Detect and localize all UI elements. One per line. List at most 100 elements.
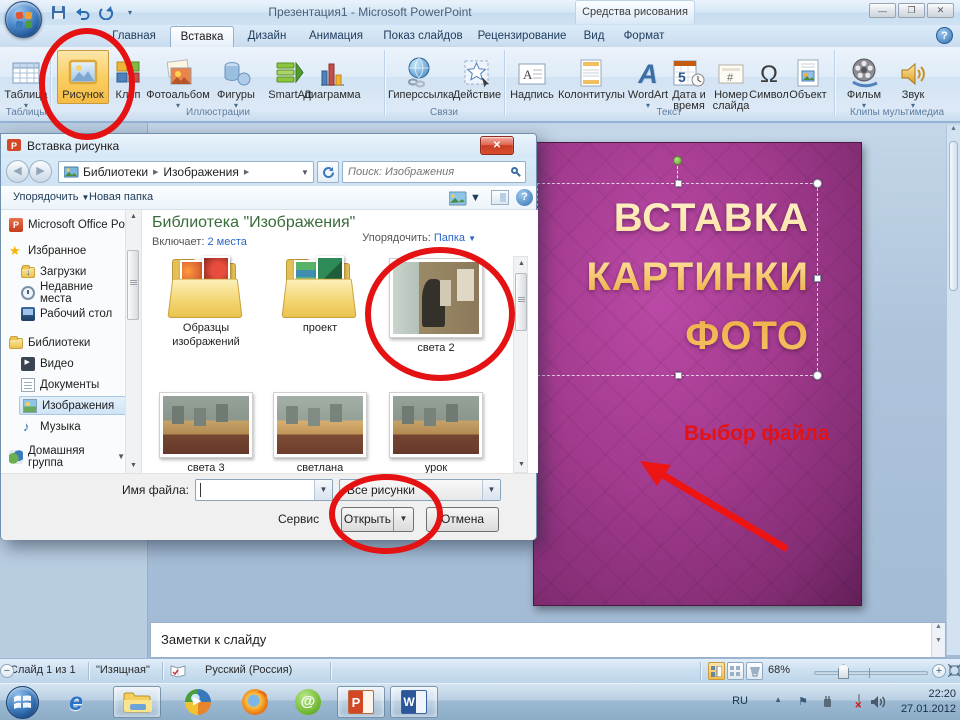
dropdown-arrow-icon[interactable]: ▼ <box>314 480 332 500</box>
normal-view-button[interactable] <box>708 662 725 680</box>
theme-name[interactable]: "Изящная" <box>96 664 150 676</box>
back-button[interactable]: ◀ <box>6 160 29 183</box>
sidebar-item-homegroup[interactable]: Домашняя группа▼ <box>9 447 125 466</box>
breadcrumb[interactable]: Библиотеки ▶ Изображения ▶ ▼ <box>58 161 314 183</box>
list-scrollbar[interactable]: ▲ ▼ <box>513 256 528 473</box>
views-button[interactable]: ▼ <box>449 189 485 207</box>
forward-button[interactable]: ▶ <box>29 160 52 183</box>
start-button[interactable] <box>6 686 39 719</box>
open-button[interactable]: Открыть ▼ <box>341 507 414 532</box>
zoom-out-button[interactable]: − <box>0 664 14 678</box>
includes-link[interactable]: 2 места <box>207 236 246 248</box>
cancel-button[interactable]: Отмена <box>426 507 499 532</box>
fit-to-window-icon[interactable] <box>948 664 960 680</box>
power-icon[interactable] <box>821 695 834 712</box>
notes-placeholder[interactable]: Заметки к слайду <box>161 632 266 647</box>
taskbar-ie-icon[interactable]: e <box>54 686 98 718</box>
qat-dropdown-icon[interactable] <box>120 3 140 21</box>
language-switcher[interactable]: RU <box>732 695 748 707</box>
taskbar-word-icon[interactable] <box>390 686 438 718</box>
minimize-button[interactable]: — <box>869 3 896 18</box>
slideshow-view-button[interactable] <box>746 662 763 680</box>
dialog-help-icon[interactable]: ? <box>516 189 533 206</box>
slide-title-text[interactable]: ВСТАВКА КАРТИНКИ ФОТО <box>586 189 809 366</box>
sidebar-scrollbar[interactable]: ▲ ▼ <box>125 210 140 473</box>
handle-bottom-center[interactable] <box>675 372 682 379</box>
ribbon-button-wordart[interactable]: A WordArt <box>626 51 670 109</box>
filename-input[interactable]: ▼ <box>195 479 333 501</box>
ribbon-button-hyperlink[interactable]: Гиперссылка <box>388 51 450 101</box>
ribbon-button-sound[interactable]: Звук <box>892 51 934 109</box>
undo-icon[interactable] <box>72 3 92 21</box>
hidden-icons-arrow[interactable]: ▲ <box>774 695 782 704</box>
clock[interactable]: 22:20 27.01.2012 <box>900 687 956 717</box>
dialog-title-bar[interactable]: P Вставка рисунка ✕ <box>1 134 536 158</box>
speaker-icon[interactable] <box>870 695 886 712</box>
tab-slideshow[interactable]: Показ слайдов <box>376 26 470 47</box>
handle-bottom-right[interactable] <box>813 371 822 380</box>
ribbon-button-table[interactable]: Таблица <box>4 51 48 109</box>
taskbar-powerpoint-icon[interactable] <box>337 686 385 718</box>
ribbon-button-action[interactable]: Действие <box>452 51 502 101</box>
tab-review[interactable]: Рецензирование <box>473 26 571 47</box>
sidebar-item-libraries[interactable]: Библиотеки <box>9 333 90 352</box>
sidebar-item-favorites[interactable]: Избранное <box>9 241 86 260</box>
ribbon-button-photo-album[interactable]: Фотоальбом <box>146 51 210 109</box>
sidebar-item-documents[interactable]: Документы <box>21 375 99 394</box>
sidebar-item-recent[interactable]: Недавние места <box>21 283 125 302</box>
rotation-handle[interactable] <box>673 156 682 165</box>
filetype-select[interactable]: Все рисунки ▼ <box>339 479 501 501</box>
dialog-close-button[interactable]: ✕ <box>480 136 514 155</box>
organize-menu[interactable]: Упорядочить ▼ <box>13 191 89 203</box>
file-tile-sveta3[interactable]: света 3 <box>150 392 262 473</box>
search-input[interactable] <box>348 164 498 180</box>
ribbon-help-icon[interactable]: ? <box>936 27 953 44</box>
redo-icon[interactable] <box>96 3 116 21</box>
scroll-up-icon[interactable]: ▲ <box>514 257 529 271</box>
ribbon-button-picture[interactable]: Рисунок <box>57 50 109 104</box>
scrollbar-thumb[interactable] <box>515 273 527 331</box>
taskbar-mediaplayer-icon[interactable] <box>176 686 220 718</box>
scroll-down-icon[interactable]: ▼ <box>126 459 141 473</box>
taskbar-icq-icon[interactable]: @ <box>286 686 330 718</box>
sidebar-item-videos[interactable]: Видео <box>21 354 74 373</box>
arrange-by[interactable]: Упорядочить: Папка ▼ <box>362 232 476 244</box>
tab-design[interactable]: Дизайн <box>239 26 295 47</box>
scrollbar-thumb[interactable] <box>127 250 139 320</box>
file-tile-sveta2[interactable]: света 2 <box>380 258 492 355</box>
zoom-slider-thumb[interactable] <box>838 664 849 679</box>
ribbon-button-movie[interactable]: Фильм <box>842 51 886 109</box>
sidebar-item-office[interactable]: PMicrosoft Office Po <box>9 215 125 234</box>
tab-animation[interactable]: Анимация <box>300 26 372 47</box>
file-tile-svetlana[interactable]: светлана <box>264 392 376 473</box>
spellcheck-icon[interactable] <box>170 663 186 678</box>
search-icon[interactable] <box>511 167 518 174</box>
ribbon-button-textbox[interactable]: A Надпись <box>508 51 556 101</box>
new-folder-button[interactable]: Новая папка <box>89 191 153 203</box>
scroll-down-icon[interactable]: ▼ <box>514 458 529 472</box>
slide-sorter-view-button[interactable] <box>727 662 744 680</box>
taskbar-explorer-icon[interactable] <box>113 686 161 718</box>
save-icon[interactable] <box>48 3 68 21</box>
notes-pane[interactable]: Заметки к слайду ▲▼ <box>150 622 946 658</box>
handle-right-middle[interactable] <box>814 275 821 282</box>
ribbon-button-object[interactable]: Объект <box>786 51 830 101</box>
close-button[interactable]: ✕ <box>927 3 954 18</box>
sidebar-item-pictures[interactable]: Изображения <box>19 396 139 415</box>
notes-scrollbar[interactable]: ▲▼ <box>931 623 945 657</box>
ribbon-button-symbol[interactable]: Ω Символ <box>748 51 790 101</box>
language-indicator[interactable]: Русский (Россия) <box>205 664 292 676</box>
slide-canvas[interactable]: ВСТАВКА КАРТИНКИ ФОТО <box>533 142 862 606</box>
zoom-level[interactable]: 68% <box>768 664 790 676</box>
preview-pane-button[interactable] <box>491 190 509 205</box>
zoom-in-button[interactable]: + <box>932 664 946 678</box>
tab-format[interactable]: Формат <box>615 26 673 47</box>
restore-button[interactable]: ❐ <box>898 3 925 18</box>
file-tile-project[interactable]: проект <box>264 258 376 335</box>
taskbar-firefox-icon[interactable] <box>233 686 277 718</box>
breadcrumb-root[interactable]: Библиотеки <box>83 165 148 179</box>
collapse-arrow-icon[interactable]: ▼ <box>117 452 125 461</box>
breadcrumb-dropdown-icon[interactable]: ▼ <box>297 168 313 177</box>
file-tile-samples[interactable]: Образцы изображений <box>150 258 262 349</box>
file-tile-urok[interactable]: урок <box>380 392 492 473</box>
